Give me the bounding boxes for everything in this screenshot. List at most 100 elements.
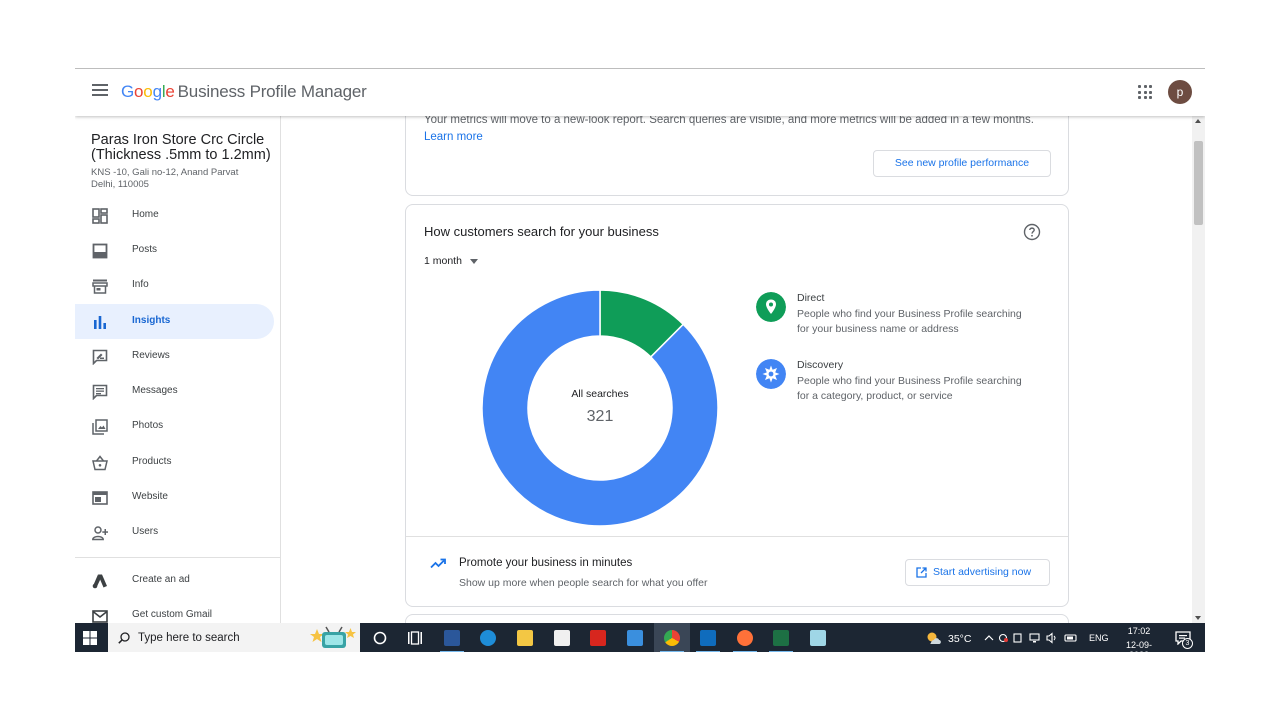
sidebar-item-home[interactable]: Home: [75, 198, 274, 233]
windows-taskbar: Type here to search 35°C ENG 17:02 12-09…: [75, 623, 1205, 652]
main-content: Your metrics will move to a new-look rep…: [281, 116, 1192, 625]
sidebar-item-posts[interactable]: Posts: [75, 233, 274, 268]
app-header: Google Business Profile Manager p: [75, 69, 1205, 116]
sidebar-item-photos[interactable]: Photos: [75, 409, 274, 444]
main-menu-icon[interactable]: [92, 84, 108, 98]
taskbar-cortana[interactable]: [362, 623, 398, 652]
gmail-icon: [92, 610, 108, 623]
scroll-up-arrow[interactable]: [1195, 119, 1201, 123]
taskbar-task-view[interactable]: [397, 623, 433, 652]
sidebar-divider: [75, 557, 280, 558]
search-highlight-tv-icon[interactable]: [309, 626, 357, 650]
taskbar-edge[interactable]: [470, 623, 506, 652]
logo-letter: G: [121, 82, 135, 101]
sidebar-item-users[interactable]: Users: [75, 515, 274, 550]
notification-count-badge: 3: [1182, 638, 1193, 649]
sidebar-item-products[interactable]: Products: [75, 445, 274, 480]
google-ads-icon: [92, 574, 107, 589]
taskbar-chrome[interactable]: [654, 623, 690, 652]
task-view-icon: [408, 631, 422, 645]
period-dropdown[interactable]: 1 month: [424, 255, 478, 267]
card-divider: [406, 536, 1068, 537]
acrobat-icon: [590, 630, 606, 646]
taskbar-store[interactable]: [544, 623, 580, 652]
card-title: How customers search for your business: [424, 224, 659, 239]
taskbar-file-explorer[interactable]: [507, 623, 543, 652]
taskbar-outlook[interactable]: [690, 623, 726, 652]
custom-gmail-link[interactable]: Get custom Gmail: [75, 598, 274, 625]
input-language[interactable]: ENG: [1089, 633, 1109, 643]
logo-letter: e: [165, 82, 175, 101]
taskbar-word[interactable]: [434, 623, 470, 652]
rate-review-icon: [92, 349, 108, 365]
photo-library-icon: [92, 419, 108, 435]
sidebar-item-info[interactable]: Info: [75, 268, 274, 303]
taskbar-excel[interactable]: [763, 623, 799, 652]
period-value: 1 month: [424, 255, 462, 267]
taskbar-acrobat[interactable]: [580, 623, 616, 652]
mail-icon: [627, 630, 643, 646]
storefront-icon: [92, 279, 108, 294]
chrome-icon: [664, 630, 680, 646]
taskbar-firefox[interactable]: [727, 623, 763, 652]
google-logo[interactable]: Google Business Profile Manager: [121, 82, 367, 102]
message-icon: [92, 384, 108, 400]
sidebar-item-label: Home: [132, 209, 159, 220]
search-icon: [118, 632, 130, 644]
taskbar-notepad[interactable]: [800, 623, 836, 652]
legend-title: Discovery: [797, 359, 844, 371]
account-avatar[interactable]: p: [1168, 80, 1192, 104]
clock-time[interactable]: 17:02: [1117, 626, 1161, 636]
outlook-icon: [700, 630, 716, 646]
chevron-down-icon: [469, 258, 478, 264]
google-apps-icon[interactable]: [1138, 85, 1152, 99]
page-scrollbar[interactable]: [1192, 116, 1205, 625]
scroll-thumb[interactable]: [1194, 141, 1203, 225]
sidebar-item-label: Users: [132, 526, 159, 537]
sidebar-item-website[interactable]: Website: [75, 480, 274, 515]
system-tray-icons[interactable]: [983, 632, 1083, 644]
scroll-down-arrow[interactable]: [1195, 616, 1201, 620]
discovery-icon: [756, 359, 786, 389]
notice-text: Your metrics will move to a new-look rep…: [424, 116, 1034, 126]
sidebar-item-insights[interactable]: Insights: [75, 304, 274, 339]
help-icon[interactable]: [1023, 223, 1041, 241]
clock-date[interactable]: 12-09-2022: [1117, 640, 1161, 652]
bar-chart-icon: [94, 316, 106, 329]
sidebar-item-label: Messages: [132, 385, 178, 396]
see-profile-performance-button[interactable]: See new profile performance: [873, 150, 1051, 177]
sidebar: Paras Iron Store Crc Circle (Thickness .…: [75, 116, 281, 625]
notepad-icon: [810, 630, 826, 646]
location-pin-icon: [756, 292, 786, 322]
excel-icon: [773, 630, 789, 646]
metrics-notice-card: Your metrics will move to a new-look rep…: [405, 116, 1069, 196]
shopping-basket-icon: [92, 455, 108, 471]
taskbar-mail[interactable]: [617, 623, 653, 652]
sidebar-item-label: Create an ad: [132, 574, 190, 585]
donut-center-label: All searches: [571, 388, 629, 400]
posts-icon: [92, 243, 108, 259]
sidebar-item-label: Products: [132, 456, 172, 467]
learn-more-link[interactable]: Learn more: [424, 131, 483, 143]
legend-description: People who find your Business Profile se…: [797, 308, 1022, 335]
create-ad-link[interactable]: Create an ad: [75, 563, 274, 598]
weather-cloud-sun-icon[interactable]: [926, 631, 942, 645]
temperature[interactable]: 35°C: [948, 633, 971, 645]
cortana-icon: [373, 631, 387, 645]
firefox-icon: [737, 630, 753, 646]
sidebar-item-label: Posts: [132, 244, 158, 255]
browser-viewport: Google Business Profile Manager p Paras I…: [75, 68, 1205, 652]
sidebar-item-reviews[interactable]: Reviews: [75, 339, 274, 374]
start-advertising-button[interactable]: Start advertising now: [905, 559, 1050, 586]
promo-description: Show up more when people search for what…: [459, 577, 708, 589]
donut-center-value: 321: [586, 408, 614, 425]
sidebar-item-label: Website: [132, 491, 168, 502]
windows-start-icon[interactable]: [83, 631, 97, 645]
legend-description: People who find your Business Profile se…: [797, 375, 1022, 402]
sidebar-item-messages[interactable]: Messages: [75, 374, 274, 409]
open-in-new-icon: [916, 567, 927, 578]
business-address: KNS -10, Gali no-12, Anand Parvat Delhi,…: [91, 167, 239, 190]
dashboard-icon: [92, 208, 108, 224]
word-icon: [444, 630, 460, 646]
sidebar-item-label: Photos: [132, 420, 164, 431]
